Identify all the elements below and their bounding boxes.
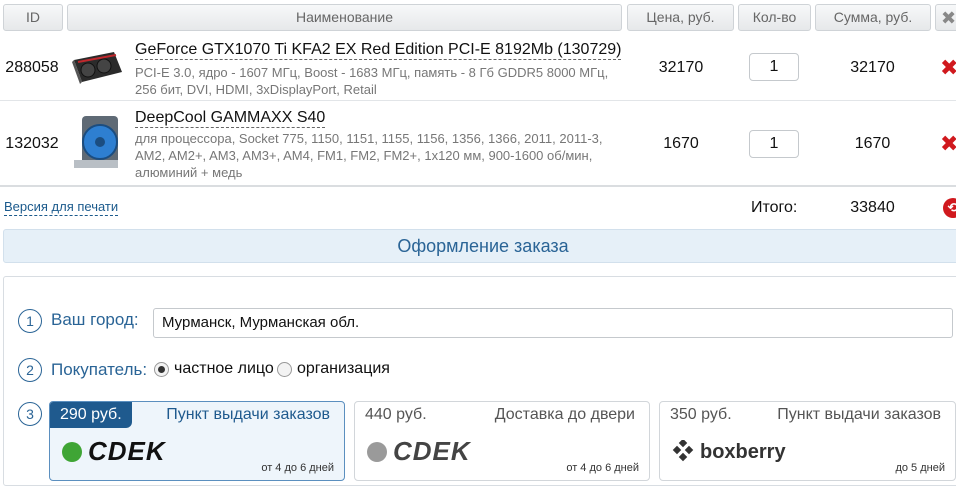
header-id: ID [3, 4, 63, 31]
product-name-link[interactable]: GeForce GTX1070 Ti KFA2 EX Red Edition P… [135, 40, 622, 60]
quantity-input[interactable]: 1 [749, 53, 799, 81]
delivery-option-cdek-pickup[interactable]: 290 руб. Пункт выдачи заказов CDEK от 4 … [49, 401, 345, 481]
item-id: 132032 [5, 135, 59, 152]
buyer-label: Покупатель: [51, 360, 148, 379]
radio-private-person[interactable] [154, 362, 169, 377]
print-version-link[interactable]: Версия для печати [4, 199, 119, 216]
step-number: 2 [18, 358, 42, 382]
delivery-option-boxberry[interactable]: 350 руб. Пункт выдачи заказов boxberry д… [659, 401, 956, 481]
item-price: 1670 [663, 135, 699, 152]
product-image [70, 112, 126, 181]
quantity-input[interactable]: 1 [749, 130, 799, 158]
table-row: 132032 DeepCool GAMMAXX S40 для процессо… [0, 102, 956, 187]
table-row: 288058 GeForce GTX1070 Ti KFA2 EX Red Ed… [0, 34, 956, 101]
radio-organization[interactable] [277, 362, 292, 377]
delete-x-icon[interactable]: ✖ [940, 57, 956, 79]
product-description: PCI-E 3.0, ядро - 1607 МГц, Boost - 1683… [135, 65, 609, 97]
item-sum: 1670 [854, 135, 891, 152]
header-qty: Кол-во [738, 4, 811, 31]
item-sum: 32170 [850, 59, 895, 76]
radio-label[interactable]: частное лицо [174, 360, 274, 378]
delivery-days: от 4 до 6 дней [566, 462, 639, 474]
delivery-price: 440 руб. [365, 406, 427, 423]
total-value: 33840 [850, 199, 895, 216]
product-image [70, 50, 126, 91]
item-price: 32170 [658, 59, 704, 76]
delivery-title: Пункт выдачи заказов [777, 406, 941, 423]
product-description: для процессора, Socket 775, 1150, 1151, … [135, 131, 603, 180]
step-number: 3 [18, 402, 42, 426]
city-label: Ваш город: [51, 310, 139, 329]
delivery-title: Доставка до двери [494, 406, 635, 423]
header-name: Наименование [67, 4, 622, 31]
delivery-title: Пункт выдачи заказов [166, 406, 330, 423]
delete-x-icon[interactable]: ✖ [940, 133, 956, 155]
header-sum: Сумма, руб. [815, 4, 931, 31]
delivery-days: до 5 дней [895, 462, 945, 474]
step-number: 1 [18, 309, 42, 333]
product-name-link[interactable]: DeepCool GAMMAXX S40 [135, 108, 326, 128]
delivery-price: 290 руб. [50, 402, 132, 428]
round-arrow-icon[interactable]: ⟲ [943, 198, 956, 218]
total-label: Итого: [751, 199, 798, 216]
close-x-icon: ✖ [941, 8, 956, 28]
delivery-price: 350 руб. [670, 406, 732, 423]
radio-label[interactable]: организация [297, 360, 390, 378]
item-id: 288058 [5, 59, 59, 76]
header-price: Цена, руб. [627, 4, 734, 31]
clear-cart-button[interactable]: ✖ [935, 4, 956, 31]
delivery-days: от 4 до 6 дней [261, 462, 334, 474]
city-input[interactable]: Мурманск, Мурманская обл. [153, 308, 953, 338]
checkout-heading: Оформление заказа [3, 229, 956, 263]
delivery-option-cdek-door[interactable]: 440 руб. Доставка до двери CDEK от 4 до … [354, 401, 650, 481]
